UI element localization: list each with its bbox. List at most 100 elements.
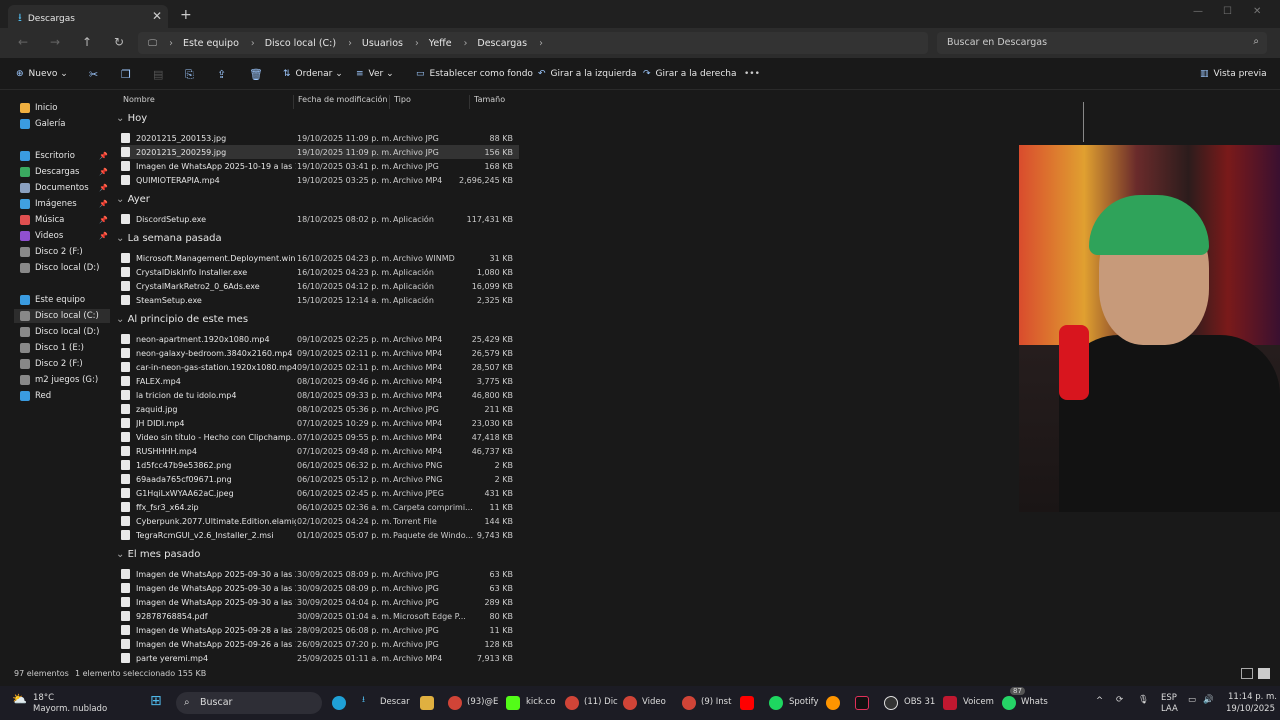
new-button[interactable]: ⊕ Nuevo ⌄ <box>16 69 68 79</box>
taskbar-app-label[interactable]: Video <box>642 697 666 707</box>
file-row[interactable]: RUSHHHH.mp4 07/10/2025 09:48 p. m. Archivo… <box>121 444 519 458</box>
group-header[interactable]: Ayer <box>116 194 150 205</box>
close-window-button[interactable]: ✕ <box>1253 6 1261 17</box>
file-row[interactable]: Imagen de WhatsApp 2025-09-30 a las 20..… <box>121 567 519 581</box>
taskbar-app-label[interactable]: OBS 31 <box>904 697 935 707</box>
weather-temp[interactable]: 18°C <box>33 693 54 703</box>
taskbar-app-label[interactable]: Whats <box>1021 697 1048 707</box>
sidebar-item[interactable]: Imágenes 📌 <box>20 197 110 211</box>
file-row[interactable]: 92878768854.pdf 30/09/2025 01:04 a. m. Mic… <box>121 609 519 623</box>
forward-icon[interactable]: → <box>50 35 60 49</box>
taskbar-app-label[interactable]: Voicem <box>963 697 994 707</box>
sidebar-item[interactable]: Documentos 📌 <box>20 181 110 195</box>
file-row[interactable]: Imagen de WhatsApp 2025-09-30 a las 20..… <box>121 581 519 595</box>
file-row[interactable]: parte yeremi.mp4 25/09/2025 01:11 a. m. Ar… <box>121 651 519 665</box>
taskbar-search[interactable]: ⌕ Buscar <box>176 692 322 714</box>
file-row[interactable]: Imagen de WhatsApp 2025-09-28 a las 16..… <box>121 623 519 637</box>
voicemeeter-icon[interactable] <box>943 696 957 710</box>
sidebar-item[interactable]: Disco local (D:) <box>20 325 110 339</box>
sidebar-item[interactable]: Inicio <box>20 101 110 115</box>
file-row[interactable]: la tricion de tu idolo.mp4 08/10/2025 09:… <box>121 388 519 402</box>
file-row[interactable]: QUIMIOTERAPIA.mp4 19/10/2025 03:25 p. m. A… <box>121 173 519 187</box>
refresh-icon[interactable]: ↻ <box>114 35 124 49</box>
column-type[interactable]: Tipo <box>389 95 411 109</box>
file-row[interactable]: 20201215_200259.jpg 19/10/2025 11:09 p. m… <box>121 145 519 159</box>
group-header[interactable]: El mes pasado <box>116 549 201 560</box>
details-view-icon[interactable] <box>1241 668 1253 679</box>
file-row[interactable]: 69aada765cf09671.png 06/10/2025 05:12 p. … <box>121 472 519 486</box>
volume-icon[interactable]: 🔊 <box>1203 695 1214 705</box>
tiktok-icon[interactable] <box>855 696 869 710</box>
breadcrumb[interactable]: 🖵 › Este equipo › Disco local (C:) › Usu… <box>138 32 928 54</box>
file-row[interactable]: SteamSetup.exe 15/10/2025 12:14 a. m. Apli… <box>121 293 519 307</box>
firefox-icon[interactable] <box>826 696 840 710</box>
close-tab-icon[interactable]: ✕ <box>152 9 162 23</box>
set-background-button[interactable]: ▭ Establecer como fondo <box>416 69 533 79</box>
group-header[interactable]: La semana pasada <box>116 233 222 244</box>
sidebar-item[interactable]: m2 juegos (G:) <box>20 373 110 387</box>
spotify-icon[interactable] <box>769 696 783 710</box>
file-row[interactable]: zaquid.jpg 08/10/2025 05:36 p. m. Archivo … <box>121 402 519 416</box>
scrollbar[interactable] <box>1083 102 1084 142</box>
chrome-icon[interactable] <box>448 696 462 710</box>
maximize-button[interactable]: ☐ <box>1223 6 1232 17</box>
sidebar-item[interactable]: Disco local (C:) <box>14 309 110 323</box>
rotate-left-button[interactable]: ↶ Girar a la izquierda <box>538 69 637 79</box>
edge-icon[interactable] <box>332 696 346 710</box>
tiles-view-icon[interactable] <box>1258 668 1270 679</box>
sidebar-item[interactable]: Este equipo <box>20 293 110 307</box>
kick-icon[interactable] <box>506 696 520 710</box>
taskbar-app-label[interactable]: Descar <box>380 697 410 707</box>
column-name[interactable]: Nombre <box>119 95 155 109</box>
rotate-right-button[interactable]: ↷ Girar a la derecha <box>643 69 737 79</box>
preview-pane-button[interactable]: ▥ Vista previa <box>1200 69 1267 79</box>
breadcrumb-item[interactable]: Yeffe <box>429 38 452 49</box>
file-row[interactable]: car-in-neon-gas-station.1920x1080.mp4 09/… <box>121 360 519 374</box>
minimize-button[interactable]: — <box>1193 6 1203 17</box>
taskbar-app-label[interactable]: (11) Dic <box>584 697 618 707</box>
sidebar-item[interactable]: Música 📌 <box>20 213 110 227</box>
breadcrumb-item[interactable]: Disco local (C:) <box>265 38 336 49</box>
weather-desc[interactable]: Mayorm. nublado <box>33 704 107 714</box>
sidebar-item[interactable]: Disco 1 (E:) <box>20 341 110 355</box>
delete-icon[interactable]: 🗑 <box>249 68 263 81</box>
microphone-icon[interactable]: 🎙 <box>1138 695 1149 705</box>
file-row[interactable]: Imagen de WhatsApp 2025-09-26 a las 19..… <box>121 637 519 651</box>
chrome-icon[interactable] <box>682 696 696 710</box>
paste-icon[interactable]: ▤ <box>153 68 163 81</box>
file-row[interactable]: JH DIDI.mp4 07/10/2025 10:29 p. m. Archivo… <box>121 416 519 430</box>
obs-icon[interactable] <box>884 696 898 710</box>
search-input[interactable]: Buscar en Descargas ⌕ <box>937 32 1267 54</box>
windows-start-icon[interactable]: ⊞ <box>150 693 162 709</box>
column-date[interactable]: Fecha de modificación <box>293 95 387 109</box>
network-icon[interactable]: ▭ <box>1188 695 1196 705</box>
file-row[interactable]: DiscordSetup.exe 18/10/2025 08:02 p. m. Ap… <box>121 212 519 226</box>
taskbar-app-label[interactable]: (9) Inst <box>701 697 731 707</box>
breadcrumb-item[interactable]: Descargas <box>477 38 527 49</box>
sidebar-item[interactable]: Escritorio 📌 <box>20 149 110 163</box>
chrome-icon[interactable] <box>623 696 637 710</box>
new-tab-button[interactable]: + <box>180 7 192 23</box>
up-icon[interactable]: ↑ <box>82 35 92 49</box>
file-row[interactable]: CrystalDiskInfo Installer.exe 16/10/2025 … <box>121 265 519 279</box>
copy-icon[interactable]: ❐ <box>121 68 131 81</box>
file-row[interactable]: Microsoft.Management.Deployment.win... 16… <box>121 251 519 265</box>
file-row[interactable]: ffx_fsr3_x64.zip 06/10/2025 02:36 a. m. Ca… <box>121 500 519 514</box>
sidebar-item[interactable]: Disco local (D:) <box>20 261 110 275</box>
file-row[interactable]: 20201215_200153.jpg 19/10/2025 11:09 p. m… <box>121 131 519 145</box>
share-icon[interactable]: ⇪ <box>217 68 226 81</box>
file-row[interactable]: neon-apartment.1920x1080.mp4 09/10/2025 0… <box>121 332 519 346</box>
taskbar-app-label[interactable]: (93)@E <box>467 697 498 707</box>
sidebar-item[interactable]: Descargas 📌 <box>20 165 110 179</box>
keyboard-layout[interactable]: LAA <box>1161 704 1178 714</box>
sync-icon[interactable]: ⟳ <box>1116 695 1123 705</box>
breadcrumb-item[interactable]: Este equipo <box>183 38 239 49</box>
file-row[interactable]: CrystalMarkRetro2_0_6Ads.exe 16/10/2025 0… <box>121 279 519 293</box>
cut-icon[interactable]: ✂ <box>89 68 98 81</box>
clock-time[interactable]: 11:14 p. m. <box>1228 692 1277 702</box>
whatsapp-icon[interactable] <box>1002 696 1016 710</box>
group-header[interactable]: Al principio de este mes <box>116 314 248 325</box>
more-options-button[interactable]: ••• <box>744 69 760 79</box>
file-row[interactable]: neon-galaxy-bedroom.3840x2160.mp4 09/10/2… <box>121 346 519 360</box>
breadcrumb-item[interactable]: Usuarios <box>362 38 403 49</box>
